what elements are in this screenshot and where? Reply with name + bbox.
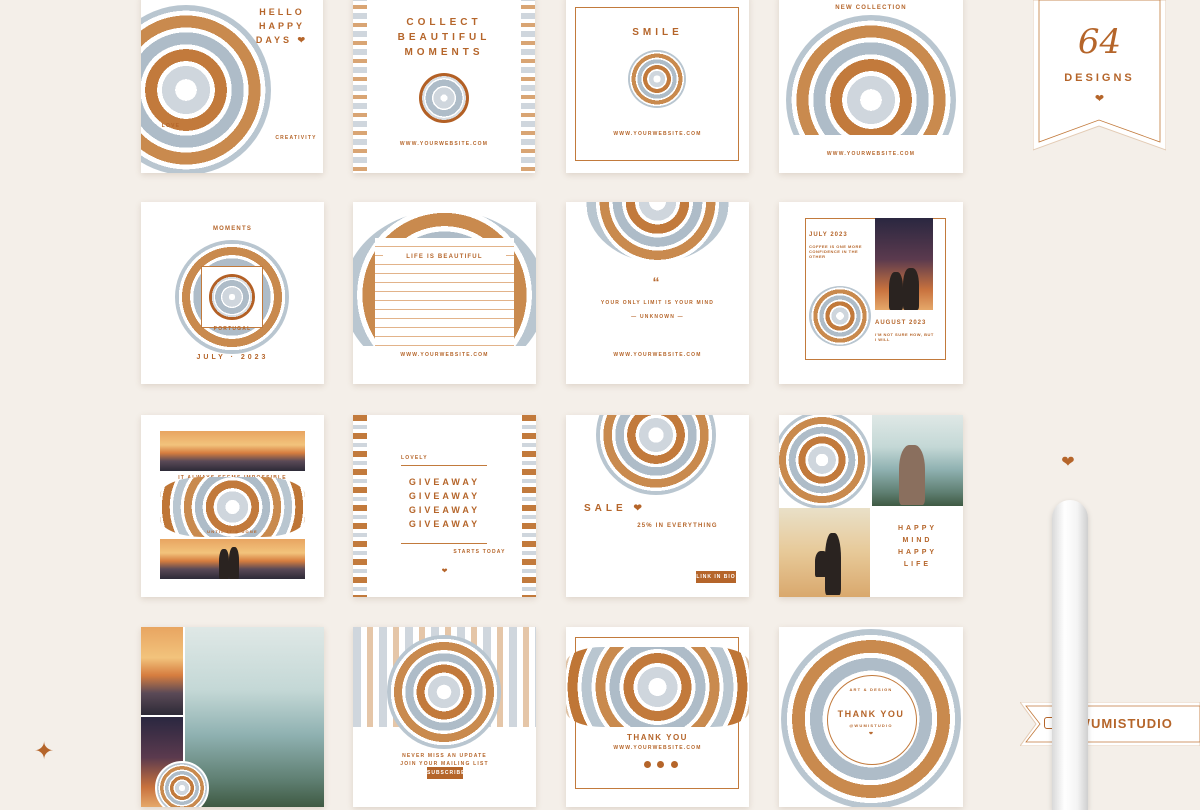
heading-line: MIND bbox=[902, 537, 933, 544]
mandala-graphic bbox=[387, 635, 501, 749]
heart-icon: ❤ bbox=[441, 568, 448, 575]
sale-heading: SALE ❤ bbox=[584, 503, 646, 514]
designs-count: 64 bbox=[1077, 22, 1122, 62]
side-word: LOVE bbox=[161, 123, 181, 129]
couple-silhouette bbox=[815, 551, 829, 577]
heading-line: HAPPY bbox=[897, 525, 938, 532]
giveaway-line: GIVEAWAY bbox=[408, 505, 481, 515]
post-quote: “ YOUR ONLY LIMIT IS YOUR MIND — UNKNOWN… bbox=[566, 202, 749, 384]
giveaway-line: GIVEAWAY bbox=[408, 477, 481, 487]
cta-line: NEVER MISS AN UPDATE bbox=[402, 753, 487, 759]
website-url: WWW.YOURWEBSITE.COM bbox=[613, 352, 702, 358]
heading-line: COLLECT bbox=[406, 17, 482, 28]
heart-icon: ❤ bbox=[1061, 454, 1075, 471]
sale-subtitle: 25% IN EVERYTHING bbox=[637, 523, 718, 529]
place-label: PORTUGAL bbox=[213, 326, 252, 332]
subscribe-button[interactable]: SUBSCRIBE bbox=[427, 767, 464, 779]
post-subscribe: NEVER MISS AN UPDATE JOIN YOUR MAILING L… bbox=[353, 627, 536, 807]
quote-mark: “ bbox=[652, 274, 663, 290]
heading-line: DAYS ❤ bbox=[255, 35, 309, 45]
post-landscape-collage bbox=[141, 627, 324, 807]
post-thank-you-mandala: ART & DESIGN THANK YOU @WUMISTUDIO ❤ bbox=[779, 627, 963, 807]
link-in-bio-button[interactable]: LINK IN BIO bbox=[696, 571, 736, 583]
couple-silhouette bbox=[889, 272, 903, 310]
post-travel-journal: JULY 2023 COFFEE IS ONE MORE CONFIDENCE … bbox=[779, 202, 963, 384]
post-hello-happy-days: HELLO HAPPY DAYS ❤ LOVE CREATIVITY bbox=[141, 0, 323, 173]
mandala-badge bbox=[155, 761, 209, 807]
heading: THANK YOU bbox=[627, 733, 688, 742]
date-label: JULY 2023 bbox=[809, 232, 848, 238]
divider bbox=[401, 543, 487, 544]
eyebrow: ART & DESIGN bbox=[849, 687, 893, 692]
date-label: AUGUST 2023 bbox=[875, 320, 927, 326]
post-thank-you: THANK YOU WWW.YOURWEBSITE.COM bbox=[566, 627, 749, 807]
sunset-photo bbox=[160, 431, 305, 471]
heading-line: LIFE bbox=[903, 561, 932, 568]
post-smile: SMILE WWW.YOURWEBSITE.COM bbox=[566, 0, 749, 173]
stylus-pen bbox=[1052, 500, 1088, 810]
twitter-icon bbox=[670, 761, 678, 768]
mandala-graphic bbox=[586, 202, 729, 262]
post-collect-moments: COLLECT BEAUTIFUL MOMENTS WWW.YOURWEBSIT… bbox=[353, 0, 535, 173]
post-giveaway: LOVELY GIVEAWAY GIVEAWAY GIVEAWAY GIVEAW… bbox=[353, 415, 536, 597]
mandala-graphic bbox=[809, 286, 871, 346]
website-url: WWW.YOURWEBSITE.COM bbox=[613, 745, 702, 751]
giveaway-line: GIVEAWAY bbox=[408, 519, 481, 529]
heart-icon: ❤ bbox=[1094, 93, 1105, 105]
side-word: CREATIVITY bbox=[275, 135, 317, 141]
instagram-icon bbox=[644, 761, 651, 768]
couple-silhouette bbox=[903, 268, 919, 310]
heading: SMILE bbox=[632, 27, 683, 38]
heart-icon: ❤ bbox=[868, 731, 874, 737]
mandala-graphic bbox=[779, 415, 871, 509]
giveaway-line: GIVEAWAY bbox=[408, 491, 481, 501]
social-icons-row bbox=[644, 755, 678, 773]
social-handle-banner[interactable]: @WUMISTUDIO bbox=[1019, 701, 1200, 747]
heading-line: HAPPY bbox=[897, 549, 938, 556]
mandala-graphic bbox=[596, 415, 716, 495]
caption: I'M NOT SURE HOW, BUT I WILL bbox=[875, 332, 934, 342]
mandala-graphic bbox=[566, 647, 749, 727]
post-happy-mind: HAPPY MIND HAPPY LIFE bbox=[779, 415, 963, 597]
mandala-graphic bbox=[419, 73, 469, 123]
couple-silhouette bbox=[219, 549, 229, 579]
heading-line: BEAUTIFUL bbox=[397, 32, 491, 43]
post-impossible: IT ALWAYS SEEMS IMPOSSIBLE UNTIL IT'S DO… bbox=[141, 415, 324, 597]
facebook-icon bbox=[657, 761, 665, 768]
couple-silhouette bbox=[229, 547, 239, 579]
quote-text: YOUR ONLY LIMIT IS YOUR MIND bbox=[600, 300, 715, 306]
eyebrow: LOVELY bbox=[401, 455, 428, 461]
website-url: WWW.YOURWEBSITE.COM bbox=[399, 141, 489, 147]
date-label: JULY · 2023 bbox=[196, 354, 269, 361]
heading-line: MOMENTS bbox=[404, 47, 484, 58]
social-handle: @WUMISTUDIO bbox=[849, 723, 893, 728]
starts-label: STARTS TODAY bbox=[453, 549, 506, 555]
caption: COFFEE IS ONE MORE CONFIDENCE IN THE OTH… bbox=[809, 244, 863, 259]
sunset-photo bbox=[141, 627, 183, 715]
post-new-collection: NEW COLLECTION WWW.YOURWEBSITE.COM bbox=[779, 0, 963, 173]
mandala-graphic bbox=[209, 274, 255, 320]
divider bbox=[401, 465, 487, 466]
website-url: WWW.YOURWEBSITE.COM bbox=[400, 352, 489, 358]
heading: NEW COLLECTION bbox=[835, 5, 907, 11]
heading-line: HAPPY bbox=[258, 21, 305, 31]
heading: THANK YOU bbox=[837, 709, 905, 719]
designs-count-banner: 64 DESIGNS ❤ bbox=[1032, 0, 1167, 152]
person-silhouette bbox=[899, 445, 925, 505]
mandala-graphic bbox=[628, 50, 686, 108]
designs-label: DESIGNS bbox=[1064, 72, 1135, 84]
quote-author: — UNKNOWN — bbox=[631, 314, 684, 320]
post-life-is-beautiful: LIFE IS BEAUTIFUL WWW.YOURWEBSITE.COM bbox=[353, 202, 536, 384]
post-sale: SALE ❤ 25% IN EVERYTHING LINK IN BIO bbox=[566, 415, 749, 597]
heading: LIFE IS BEAUTIFUL bbox=[383, 254, 506, 260]
quote-text: UNTIL IT'S DONE bbox=[207, 529, 258, 534]
sparkle-icon: ✦ bbox=[34, 738, 55, 765]
post-moments: MOMENTS PORTUGAL JULY · 2023 bbox=[141, 202, 324, 384]
website-url: WWW.YOURWEBSITE.COM bbox=[613, 131, 702, 137]
mandala-graphic bbox=[160, 477, 305, 537]
heading-line: HELLO bbox=[259, 7, 305, 17]
website-url: WWW.YOURWEBSITE.COM bbox=[826, 151, 916, 157]
heading: MOMENTS bbox=[212, 226, 253, 232]
